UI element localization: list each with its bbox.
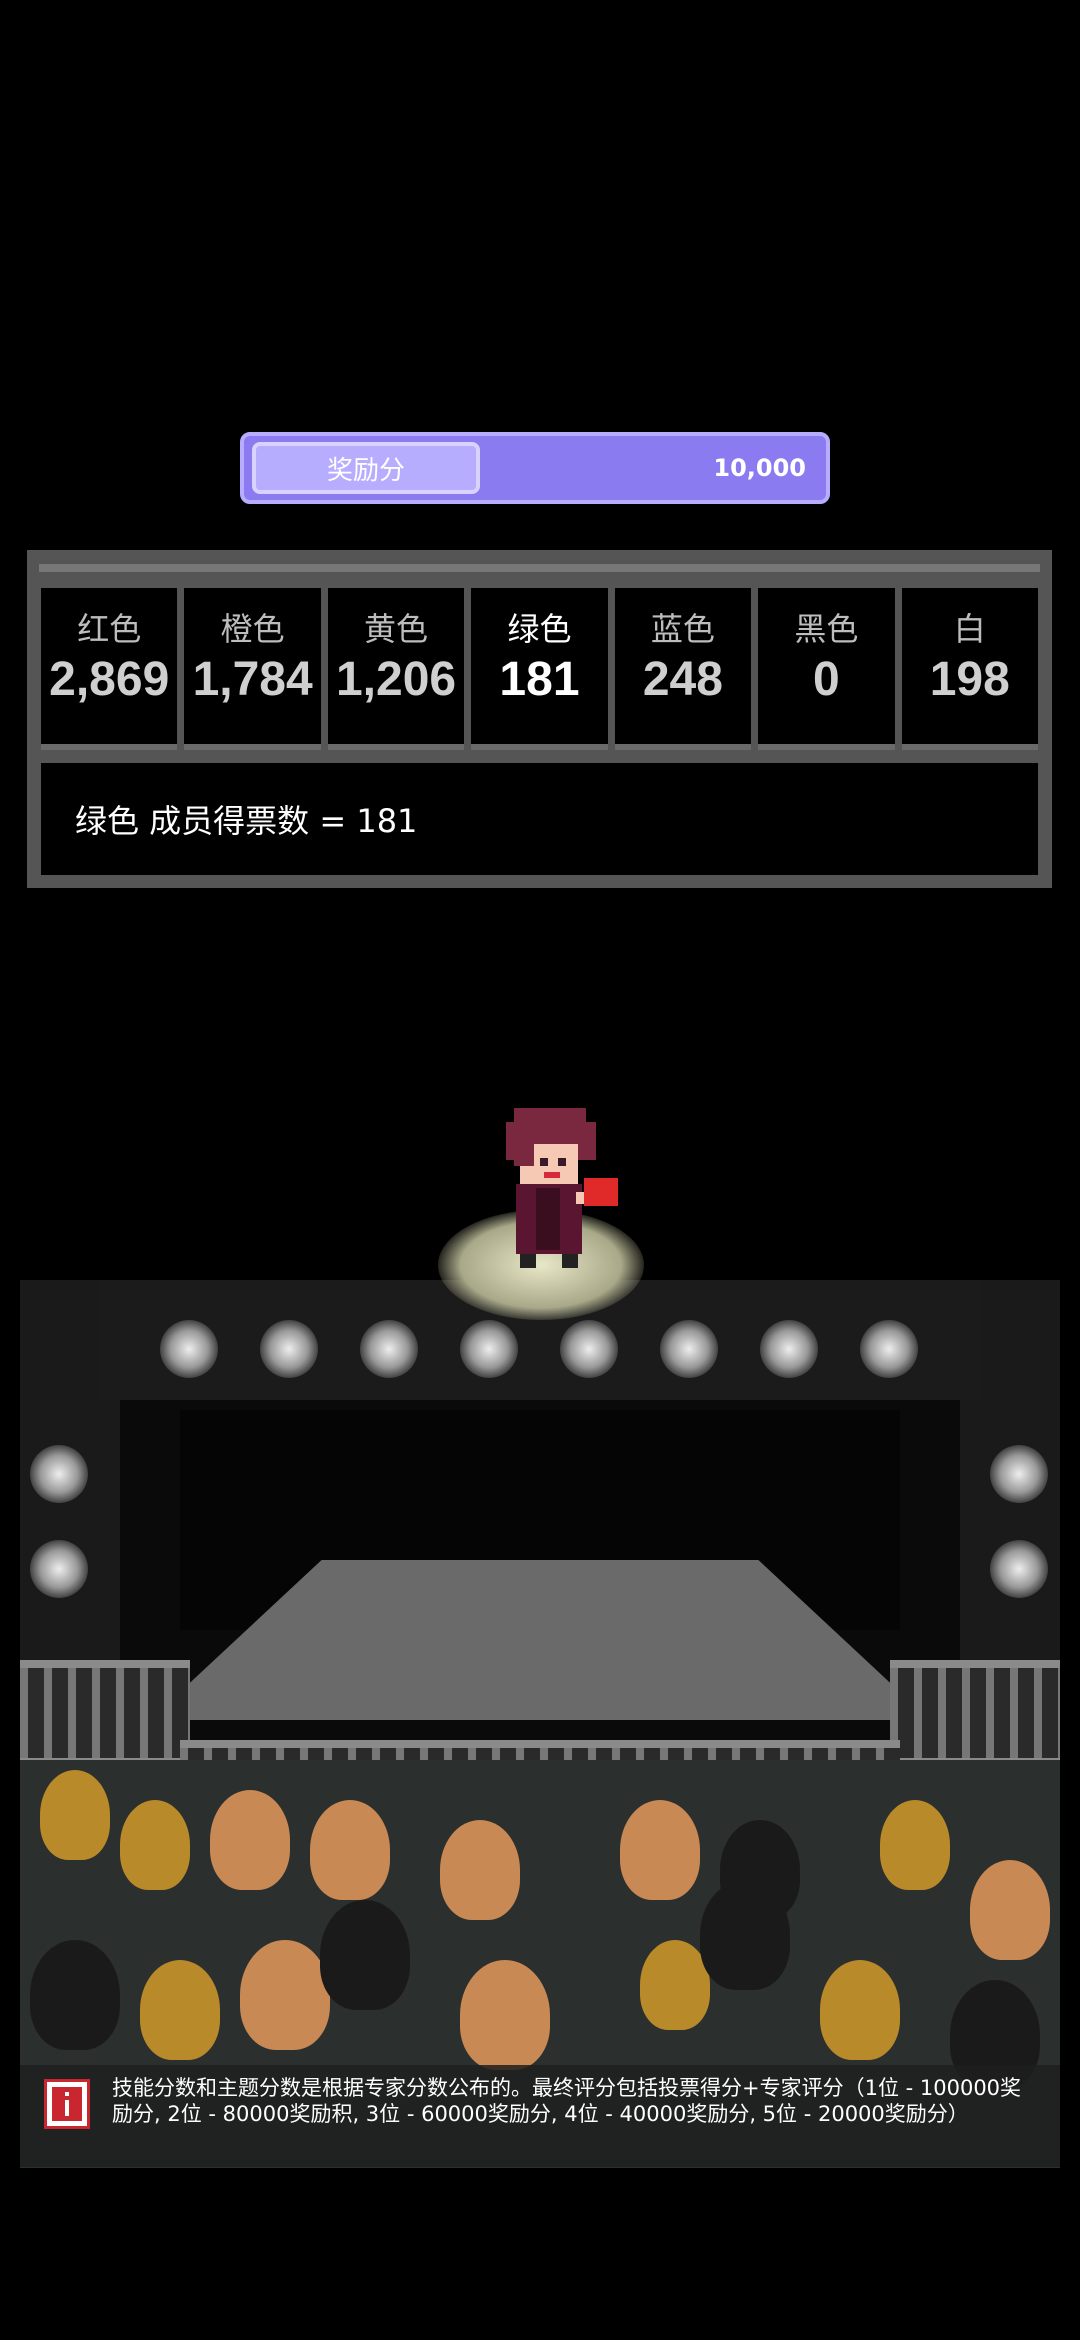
vote-count: 1,206: [335, 653, 457, 706]
reward-bar: 奖励分 10,000: [240, 432, 830, 504]
vote-count: 1,784: [192, 653, 313, 706]
stage-light-icon: [30, 1540, 88, 1598]
stage-light-icon: [30, 1445, 88, 1503]
vote-cell-yellow[interactable]: 黄色 1,206: [327, 588, 465, 750]
vote-name: 绿色: [507, 610, 572, 648]
vote-count: 181: [499, 653, 580, 706]
vote-name: 黄色: [364, 610, 429, 648]
vote-name: 红色: [77, 610, 142, 648]
vote-cell-blue[interactable]: 蓝色 248: [614, 588, 752, 750]
vote-row: 红色 2,869 橙色 1,784 黄色 1,206 绿色 181 蓝色 248…: [41, 588, 1038, 750]
hint-banner: 技能分数和主题分数是根据专家分数公布的。最终评分包括投票得分+专家评分（1位 -…: [20, 2065, 1060, 2167]
railing: [20, 1660, 190, 1766]
stage-light-icon: [160, 1320, 218, 1378]
performer-character-icon: [506, 1108, 618, 1268]
stage-light-icon: [360, 1320, 418, 1378]
vote-cell-green[interactable]: 绿色 181: [471, 588, 608, 750]
vote-name: 白: [953, 610, 986, 648]
stage-light-icon: [990, 1540, 1048, 1598]
vote-count: 198: [929, 653, 1010, 706]
vote-name: 黑色: [794, 610, 859, 648]
vote-panel: 红色 2,869 橙色 1,784 黄色 1,206 绿色 181 蓝色 248…: [27, 550, 1052, 888]
railing: [890, 1660, 1060, 1766]
stage-scene: [20, 1280, 1060, 2168]
stage-light-icon: [260, 1320, 318, 1378]
stage-light-icon: [760, 1320, 818, 1378]
vote-cell-orange[interactable]: 橙色 1,784: [184, 588, 321, 750]
vote-cell-red[interactable]: 红色 2,869: [41, 588, 178, 750]
vote-count: 2,869: [49, 653, 170, 706]
vote-name: 蓝色: [650, 610, 715, 648]
stage-light-icon: [460, 1320, 518, 1378]
stage-light-icon: [860, 1320, 918, 1378]
stage-light-icon: [560, 1320, 618, 1378]
vote-cell-black[interactable]: 黑色 0: [758, 588, 895, 750]
vote-cell-white[interactable]: 白 198: [901, 588, 1038, 750]
reward-label: 奖励分: [252, 442, 480, 494]
vote-count: 0: [812, 653, 840, 706]
reward-value: 10,000: [713, 454, 806, 482]
vote-count: 248: [642, 653, 723, 706]
stage-light-icon: [660, 1320, 718, 1378]
stage-light-icon: [990, 1445, 1048, 1503]
info-icon[interactable]: [44, 2079, 90, 2129]
vote-name: 橙色: [220, 610, 285, 648]
vote-summary: 绿色 成员得票数 = 181: [41, 763, 1038, 875]
hint-text: 技能分数和主题分数是根据专家分数公布的。最终评分包括投票得分+专家评分（1位 -…: [112, 2076, 1022, 2126]
panel-divider: [39, 564, 1040, 572]
